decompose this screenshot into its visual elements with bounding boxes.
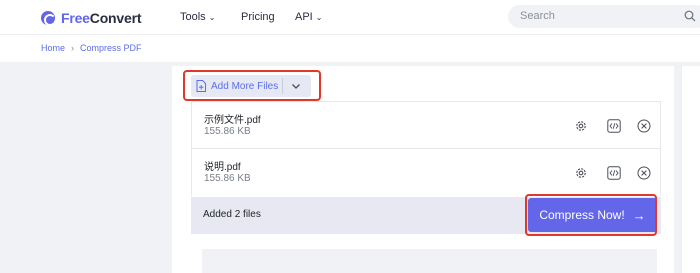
file-size: 155.86 KB	[204, 173, 251, 184]
logo-icon	[41, 11, 56, 26]
close-icon[interactable]	[637, 166, 651, 180]
code-icon[interactable]	[607, 166, 621, 180]
breadcrumb: Home › Compress PDF	[41, 43, 142, 53]
nav-pricing[interactable]: Pricing	[241, 11, 275, 23]
chevron-down-icon: ⌄	[315, 12, 323, 22]
files-added-text: Added 2 files	[203, 209, 261, 220]
file-row: 示例文件.pdf 155.86 KB	[191, 101, 661, 148]
content-placeholder	[202, 249, 657, 273]
search-input[interactable]: Search	[508, 5, 700, 28]
nav-api[interactable]: API ⌄	[295, 11, 322, 23]
highlight-box-compress	[525, 194, 657, 236]
highlight-box-add-files	[183, 70, 321, 101]
file-name: 说明.pdf	[204, 162, 241, 173]
chevron-right-icon: ›	[71, 43, 75, 53]
breadcrumb-current[interactable]: Compress PDF	[80, 43, 142, 53]
close-icon[interactable]	[637, 119, 651, 133]
top-navigation-bar: FreeConvert Tools ⌄ Pricing API ⌄ Search	[0, 0, 700, 34]
gear-icon[interactable]	[574, 166, 588, 180]
right-side-panel	[681, 66, 700, 273]
breadcrumb-bar: Home › Compress PDF	[0, 34, 700, 62]
nav-api-label: API	[295, 11, 313, 23]
code-icon[interactable]	[607, 119, 621, 133]
file-list: 示例文件.pdf 155.86 KB 说明.pdf 155.86 KB	[191, 101, 661, 196]
search-icon[interactable]	[684, 10, 696, 22]
breadcrumb-home[interactable]: Home	[41, 43, 65, 53]
file-row: 说明.pdf 155.86 KB	[191, 148, 661, 196]
nav-tools[interactable]: Tools ⌄	[180, 11, 215, 23]
file-size: 155.86 KB	[204, 126, 251, 137]
freeconvert-logo[interactable]: FreeConvert	[41, 10, 141, 26]
chevron-down-icon: ⌄	[208, 12, 216, 22]
search-placeholder: Search	[520, 10, 555, 22]
nav-tools-label: Tools	[180, 11, 206, 23]
logo-text: FreeConvert	[61, 10, 142, 26]
gear-icon[interactable]	[574, 119, 588, 133]
nav-pricing-label: Pricing	[241, 11, 275, 23]
file-name: 示例文件.pdf	[204, 115, 261, 126]
